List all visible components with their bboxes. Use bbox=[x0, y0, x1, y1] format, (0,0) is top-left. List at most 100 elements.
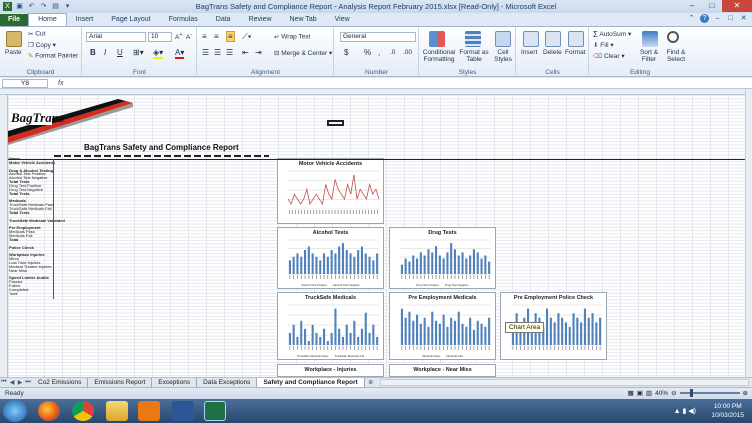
row-label[interactable]: TruckSafe Medicals Validated bbox=[9, 218, 65, 223]
tab-page-layout[interactable]: Page Layout bbox=[102, 14, 159, 26]
chart-pre-employment-medicals[interactable]: Pre Employment Medicals Medicals Pass Medi… bbox=[389, 292, 496, 360]
align-top-icon[interactable]: ≡ bbox=[202, 32, 207, 41]
active-cell-selection[interactable] bbox=[327, 120, 344, 126]
page-layout-view-icon[interactable]: ▣ bbox=[637, 389, 643, 397]
workbook-close-icon[interactable]: ✕ bbox=[739, 14, 748, 23]
fill-color-icon[interactable]: ◈▾ bbox=[153, 48, 164, 59]
grow-font-icon[interactable]: A+ bbox=[175, 32, 183, 41]
fill-button[interactable]: ⬇ Fill ▾ bbox=[593, 41, 614, 49]
paste-button[interactable]: Paste bbox=[5, 49, 22, 56]
number-format-select[interactable]: General bbox=[340, 32, 416, 42]
chart-drug-tests[interactable]: Drug Tests Drug Test Positive Drug Test Ne… bbox=[389, 227, 496, 289]
find-select-button[interactable]: Find & Select bbox=[663, 49, 689, 63]
row-label[interactable]: Near Miss bbox=[9, 268, 27, 273]
percent-button[interactable]: % bbox=[364, 48, 371, 57]
minimize-ribbon-icon[interactable]: ⌃ bbox=[687, 14, 696, 23]
bold-button[interactable]: B bbox=[90, 48, 96, 57]
fx-icon[interactable]: fx bbox=[58, 78, 63, 89]
row-label[interactable]: Total Tests bbox=[9, 210, 30, 215]
outlook-icon[interactable] bbox=[138, 401, 160, 421]
decrease-indent-icon[interactable]: ⇤ bbox=[242, 48, 249, 57]
zoom-slider-thumb[interactable] bbox=[689, 389, 693, 397]
chrome-icon[interactable] bbox=[72, 401, 94, 421]
row-headers[interactable] bbox=[0, 95, 8, 377]
wrap-text-button[interactable]: ↵ Wrap Text bbox=[274, 33, 310, 41]
workbook-restore-icon[interactable]: □ bbox=[726, 14, 735, 23]
format-button[interactable]: Format bbox=[565, 49, 586, 56]
delete-button[interactable]: Delete bbox=[543, 49, 562, 56]
sort-filter-button[interactable]: Sort & Filter bbox=[636, 49, 662, 63]
last-sheet-icon[interactable]: ⏭ bbox=[24, 379, 32, 386]
find-select-icon[interactable] bbox=[667, 31, 679, 43]
format-as-table-button[interactable]: Format as Table bbox=[459, 49, 489, 63]
chart-motor-vehicle-accidents[interactable]: Motor Vehicle Accidents bbox=[277, 158, 384, 224]
tab-view[interactable]: View bbox=[326, 14, 359, 26]
row-label[interactable]: Motor Vehicle Accidents bbox=[9, 160, 55, 165]
zoom-slider[interactable] bbox=[679, 389, 740, 397]
name-box[interactable]: Y8 bbox=[2, 79, 48, 88]
cell-styles-button[interactable]: Cell Styles bbox=[492, 49, 514, 63]
decrease-decimal-icon[interactable]: .00 bbox=[403, 49, 412, 56]
next-sheet-icon[interactable]: ▶ bbox=[16, 379, 24, 386]
row-label[interactable]: Total bbox=[9, 291, 17, 296]
file-explorer-icon[interactable] bbox=[106, 401, 128, 421]
formula-input[interactable] bbox=[70, 79, 742, 88]
firefox-icon[interactable] bbox=[38, 401, 60, 421]
sheet-tab-exceptions[interactable]: Exceptions bbox=[152, 378, 198, 387]
close-button[interactable]: ✕ bbox=[722, 0, 752, 12]
align-center-icon[interactable]: ☰ bbox=[214, 48, 221, 57]
format-as-table-icon[interactable] bbox=[465, 31, 481, 47]
taskbar-clock[interactable]: 10:00 PM 10/03/2015 bbox=[711, 402, 744, 420]
increase-indent-icon[interactable]: ⇥ bbox=[255, 48, 262, 57]
copy-button[interactable]: ❐ Copy ▾ bbox=[28, 41, 56, 49]
workbook-minimize-icon[interactable]: – bbox=[713, 14, 722, 23]
orientation-icon[interactable]: ⟋▾ bbox=[242, 32, 252, 42]
row-label[interactable]: Total bbox=[9, 237, 18, 242]
horizontal-scrollbar[interactable] bbox=[379, 379, 749, 386]
autosum-button[interactable]: Σ AutoSum ▾ bbox=[593, 30, 631, 39]
undo-icon[interactable]: ↶ bbox=[27, 2, 36, 11]
conditional-formatting-button[interactable]: Conditional Formatting bbox=[422, 49, 456, 63]
excel-app-icon[interactable]: X bbox=[3, 2, 12, 11]
cell-styles-icon[interactable] bbox=[495, 31, 511, 47]
font-name-select[interactable]: Arial bbox=[86, 32, 146, 42]
font-color-icon[interactable]: A▾ bbox=[175, 48, 185, 59]
cut-button[interactable]: ✂ Cut bbox=[28, 30, 45, 38]
print-preview-icon[interactable]: ▤ bbox=[51, 2, 60, 11]
row-label[interactable]: Police Check bbox=[9, 245, 34, 250]
format-painter-button[interactable]: ✎ Format Painter bbox=[28, 52, 78, 60]
tab-data[interactable]: Data bbox=[207, 14, 240, 26]
chart-workplace-injuries[interactable]: Workplace - Injuries bbox=[277, 364, 384, 377]
maximize-button[interactable]: □ bbox=[702, 0, 722, 12]
sheet-tab-co2-emissions[interactable]: Co2 Emissions bbox=[32, 378, 89, 387]
page-break-view-icon[interactable]: ▥ bbox=[646, 389, 652, 397]
zoom-level[interactable]: 40% bbox=[655, 390, 668, 397]
comma-button[interactable]: , bbox=[378, 48, 380, 57]
save-icon[interactable]: ▣ bbox=[15, 2, 24, 11]
help-icon[interactable]: ? bbox=[700, 14, 709, 23]
delete-cells-icon[interactable] bbox=[545, 31, 561, 47]
insert-button[interactable]: Insert bbox=[521, 49, 537, 56]
tab-insert[interactable]: Insert bbox=[67, 14, 103, 26]
align-left-icon[interactable]: ☰ bbox=[202, 48, 209, 57]
conditional-formatting-icon[interactable] bbox=[429, 31, 445, 47]
insert-sheet-icon[interactable]: ⊕ bbox=[365, 379, 377, 386]
format-cells-icon[interactable] bbox=[568, 31, 584, 47]
font-size-select[interactable]: 10 bbox=[148, 32, 172, 42]
vertical-scrollbar[interactable] bbox=[745, 89, 752, 377]
increase-decimal-icon[interactable]: .0 bbox=[390, 49, 395, 56]
chart-workplace-near-miss[interactable]: Workplace - Near Miss bbox=[389, 364, 496, 377]
chart-alcohol-tests[interactable]: Alcohol Tests Alcohol Test Positive Alcoho… bbox=[277, 227, 384, 289]
excel-taskbar-icon[interactable] bbox=[204, 401, 226, 421]
italic-button[interactable]: I bbox=[104, 48, 106, 57]
sheet-tab-safety-compliance[interactable]: Safety and Compliance Report bbox=[257, 378, 365, 387]
sort-filter-icon[interactable] bbox=[642, 31, 658, 47]
word-icon[interactable] bbox=[172, 401, 194, 421]
tab-new-tab[interactable]: New Tab bbox=[281, 14, 326, 26]
start-button-icon[interactable] bbox=[3, 400, 27, 422]
align-right-icon[interactable]: ☰ bbox=[226, 48, 233, 57]
redo-icon[interactable]: ↷ bbox=[39, 2, 48, 11]
chart-trucksafe-medicals[interactable]: TruckSafe Medicals TruckSafe Medicals Pas… bbox=[277, 292, 384, 360]
zoom-out-icon[interactable]: ⊖ bbox=[671, 389, 676, 397]
customize-qat-icon[interactable]: ▾ bbox=[63, 2, 72, 11]
